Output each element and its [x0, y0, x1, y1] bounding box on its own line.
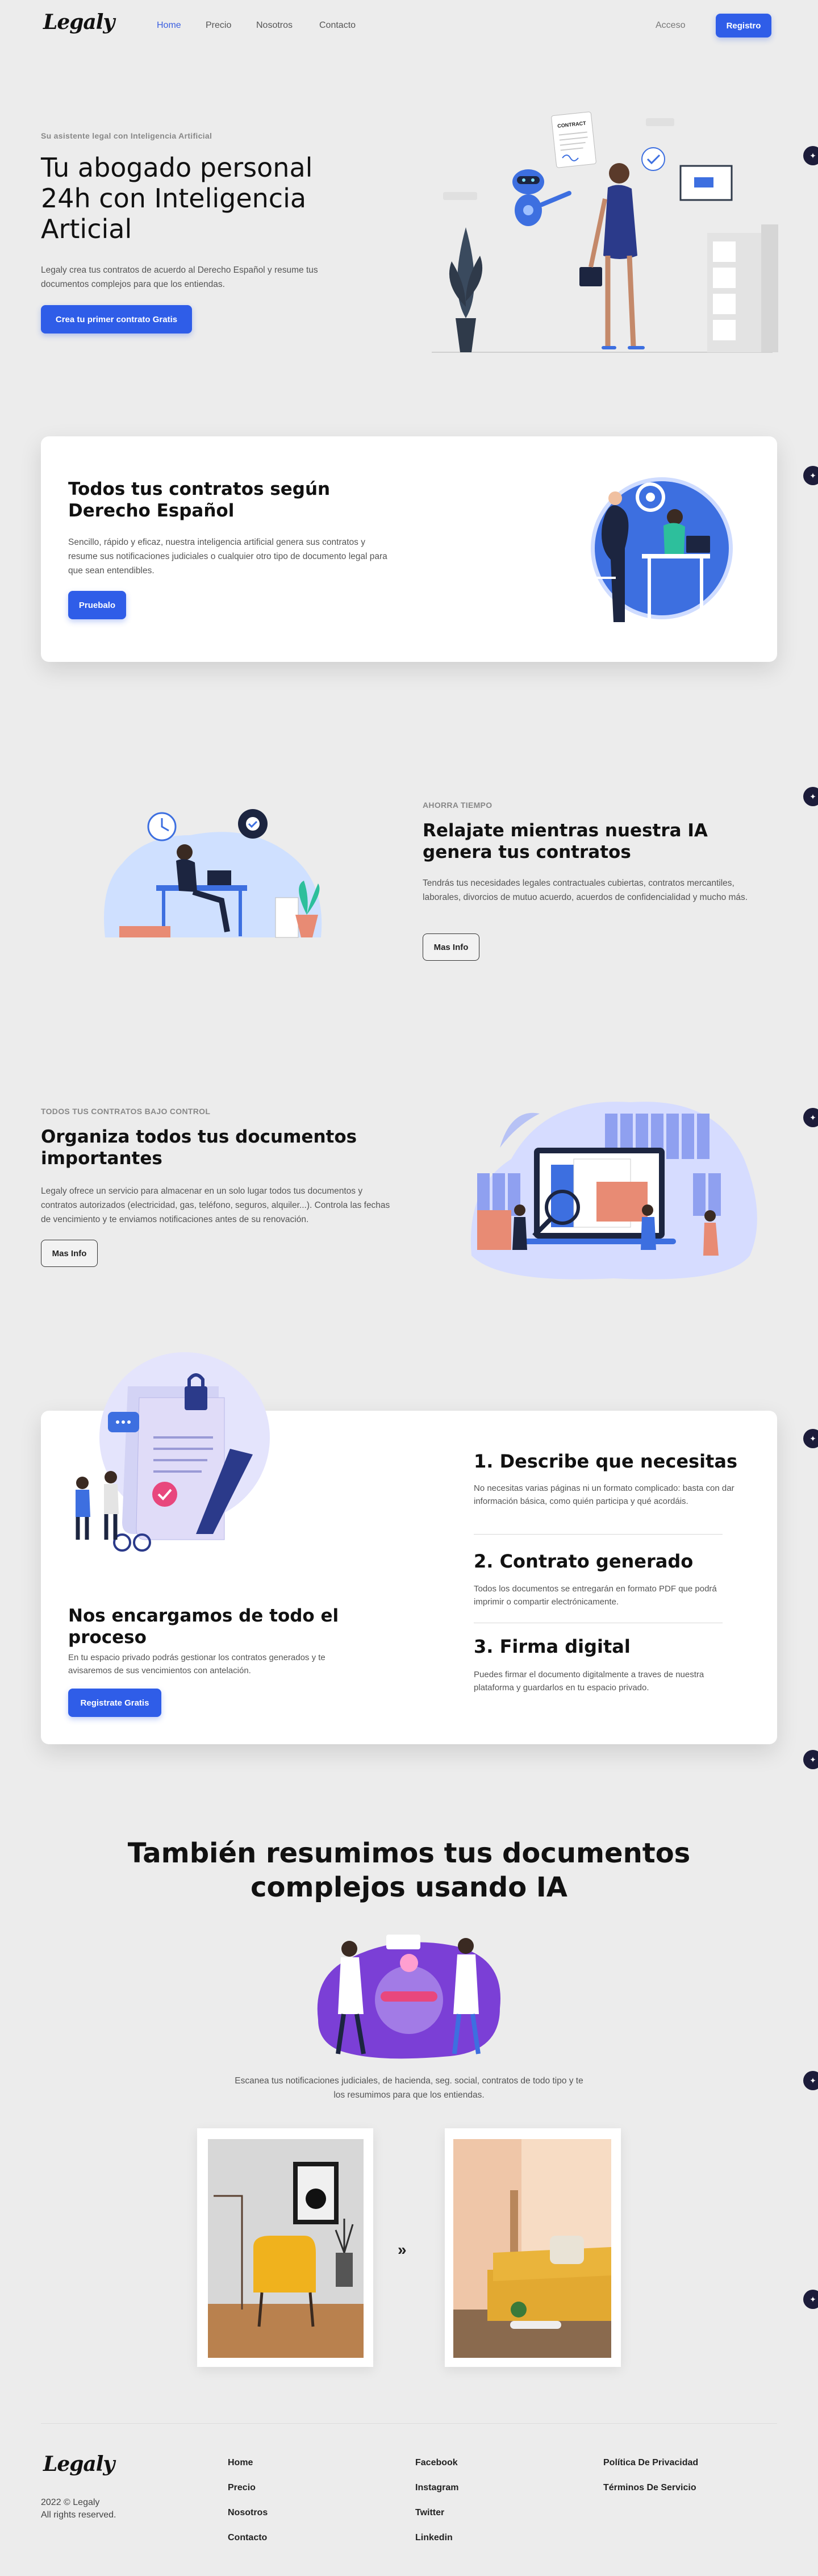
document-before-image — [208, 2139, 364, 2358]
nav-precio[interactable]: Precio — [206, 20, 231, 31]
hero-eyebrow: Su asistente legal con Inteligencia Arti… — [41, 131, 212, 140]
register-button[interactable]: Registro — [716, 14, 771, 37]
footer-copyright: 2022 © Legaly — [41, 2498, 100, 2507]
organize-illustration — [470, 1102, 757, 1279]
footer-divider — [41, 2423, 777, 2424]
relax-illustration — [104, 809, 322, 938]
organize-description: Legaly ofrece un servicio para almacenar… — [41, 1186, 390, 1224]
footer-link-linkedin[interactable]: Linkedin — [415, 2533, 453, 2543]
sparkle-icon[interactable]: ✦ — [803, 1108, 818, 1127]
summary-description: Escanea tus notificaciones judiciales, d… — [235, 2076, 583, 2100]
step-divider — [474, 1534, 723, 1535]
step-2-text: Todos los documentos se entregarán en fo… — [474, 1584, 717, 1607]
login-link[interactable]: Acceso — [656, 20, 685, 31]
sparkle-icon[interactable]: ✦ — [803, 466, 818, 485]
register-free-button[interactable]: Registrate Gratis — [68, 1689, 161, 1717]
relax-title: Relajate mientras nuestra IA genera tus … — [423, 820, 708, 862]
hero-description: Legaly crea tus contratos de acuerdo al … — [41, 265, 318, 289]
process-description: En tu espacio privado podrás gestionar l… — [68, 1653, 325, 1675]
nav-home[interactable]: Home — [157, 20, 181, 31]
sparkle-icon[interactable]: ✦ — [803, 1429, 818, 1448]
step-3-text: Puedes firmar el documento digitalmente … — [474, 1670, 704, 1693]
relax-more-info-button[interactable]: Mas Info — [423, 933, 479, 961]
sparkle-icon[interactable]: ✦ — [803, 1750, 818, 1769]
summary-illustration — [317, 1935, 500, 2059]
hero-cta-button[interactable]: Crea tu primer contrato Gratis — [41, 305, 192, 334]
try-it-button[interactable]: Pruebalo — [68, 591, 126, 619]
organize-eyebrow: TODOS TUS CONTRATOS BAJO CONTROL — [41, 1107, 211, 1116]
footer-link-home[interactable]: Home — [228, 2458, 253, 2468]
footer-logo[interactable]: Legaly — [43, 2452, 115, 2476]
footer-link-privacy[interactable]: Política De Privacidad — [603, 2458, 698, 2468]
sparkle-icon[interactable]: ✦ — [803, 2290, 818, 2309]
hero-illustration: CONTRACT — [432, 111, 778, 353]
relax-eyebrow: AHORRA TIEMPO — [423, 801, 493, 810]
footer-link-contacto[interactable]: Contacto — [228, 2533, 267, 2543]
organize-title: Organiza todos tus documentos importante… — [41, 1127, 357, 1169]
process-illustration — [76, 1352, 270, 1552]
contracts-card-description: Sencillo, rápido y eficaz, nuestra intel… — [68, 537, 387, 576]
hero-title: Tu abogado personal 24h con Inteligencia… — [41, 152, 313, 244]
organize-more-info-button[interactable]: Mas Info — [41, 1240, 98, 1267]
footer-link-twitter[interactable]: Twitter — [415, 2508, 444, 2518]
step-1-title: 1. Describe que necesitas — [474, 1450, 737, 1472]
footer-link-precio[interactable]: Precio — [228, 2483, 256, 2493]
step-1-text: No necesitas varias páginas ni un format… — [474, 1483, 734, 1506]
step-3-title: 3. Firma digital — [474, 1636, 631, 1657]
contracts-illustration — [591, 477, 733, 622]
contracts-card-title: Todos tus contratos según Derecho Españo… — [68, 479, 331, 521]
summary-title: También resumimos tus documentos complej… — [127, 1837, 691, 1903]
sparkle-icon[interactable]: ✦ — [803, 2071, 818, 2090]
sparkle-icon[interactable]: ✦ — [803, 146, 818, 165]
nav-contacto[interactable]: Contacto — [319, 20, 356, 31]
document-after-image — [453, 2139, 611, 2358]
relax-description: Tendrás tus necesidades legales contract… — [423, 878, 748, 902]
chevron-right-icon: » — [398, 2241, 407, 2258]
footer-link-nosotros[interactable]: Nosotros — [228, 2508, 268, 2518]
footer-link-terms[interactable]: Términos De Servicio — [603, 2483, 696, 2493]
footer-link-facebook[interactable]: Facebook — [415, 2458, 458, 2468]
logo[interactable]: Legaly — [43, 10, 115, 34]
sparkle-icon[interactable]: ✦ — [803, 787, 818, 806]
step-2-title: 2. Contrato generado — [474, 1550, 694, 1572]
process-title: Nos encargamos de todo el proceso — [68, 1606, 339, 1648]
footer-link-instagram[interactable]: Instagram — [415, 2483, 458, 2493]
footer-rights: All rights reserved. — [41, 2510, 116, 2520]
nav-nosotros[interactable]: Nosotros — [256, 20, 293, 31]
